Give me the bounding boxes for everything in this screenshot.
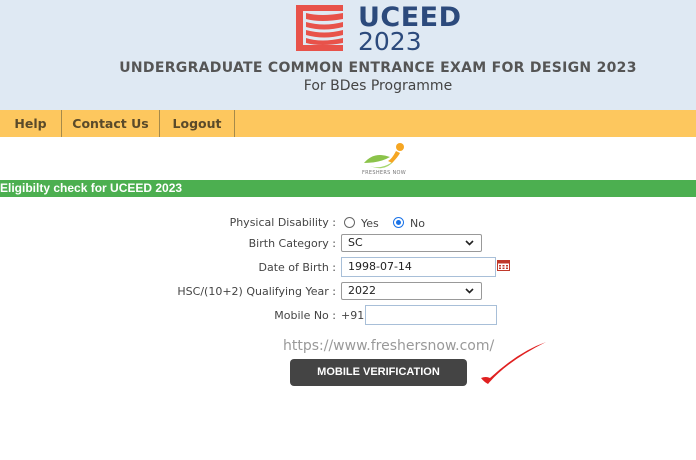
disability-no-radio[interactable]: [393, 217, 404, 228]
birth-category-label: Birth Category :: [248, 237, 336, 250]
url-watermark: https://www.freshersnow.com/: [283, 338, 495, 354]
birth-category-select[interactable]: SC: [341, 234, 482, 252]
nav-logout-link[interactable]: Logout: [160, 110, 235, 137]
disability-label: Physical Disability :: [229, 216, 336, 229]
qualifying-year-label: HSC/(10+2) Qualifying Year :: [177, 285, 336, 298]
mobile-input[interactable]: [365, 305, 497, 325]
section-title: Eligibilty check for UCEED 2023: [0, 181, 183, 195]
page-title: UNDERGRADUATE COMMON ENTRANCE EXAM FOR D…: [119, 60, 637, 76]
country-code-prefix: +91: [341, 309, 365, 322]
birth-category-value: SC: [348, 236, 363, 249]
nav-help-link[interactable]: Help: [0, 110, 62, 137]
disability-yes-label[interactable]: Yes: [361, 217, 379, 230]
dob-label: Date of Birth :: [258, 261, 337, 274]
chevron-down-icon: [465, 288, 474, 294]
disability-no-label[interactable]: No: [410, 217, 425, 230]
qualifying-year-value: 2022: [348, 284, 376, 297]
mobile-verification-button[interactable]: MOBILE VERIFICATION: [290, 359, 467, 386]
watermark-logo-text: FRESHERS NOW: [361, 170, 407, 176]
page-header: UCEED 2023 UNDERGRADUATE COMMON ENTRANCE…: [0, 0, 696, 110]
dob-input[interactable]: 1998-07-14: [341, 257, 496, 277]
logo-year: 2023: [358, 27, 422, 56]
section-header-bar: Eligibilty check for UCEED 2023: [0, 180, 696, 197]
chevron-down-icon: [465, 240, 474, 246]
qualifying-year-select[interactable]: 2022: [341, 282, 482, 300]
page-subtitle: For BDes Programme: [303, 78, 453, 94]
mobile-label: Mobile No :: [274, 309, 336, 322]
uceed-logo-icon: [296, 5, 343, 51]
calendar-icon[interactable]: [497, 259, 510, 271]
disability-yes-radio[interactable]: [344, 217, 355, 228]
nav-contact-link[interactable]: Contact Us: [62, 110, 160, 137]
top-navbar: Help Contact Us Logout: [0, 110, 696, 137]
checkmark-icon: [481, 342, 546, 384]
